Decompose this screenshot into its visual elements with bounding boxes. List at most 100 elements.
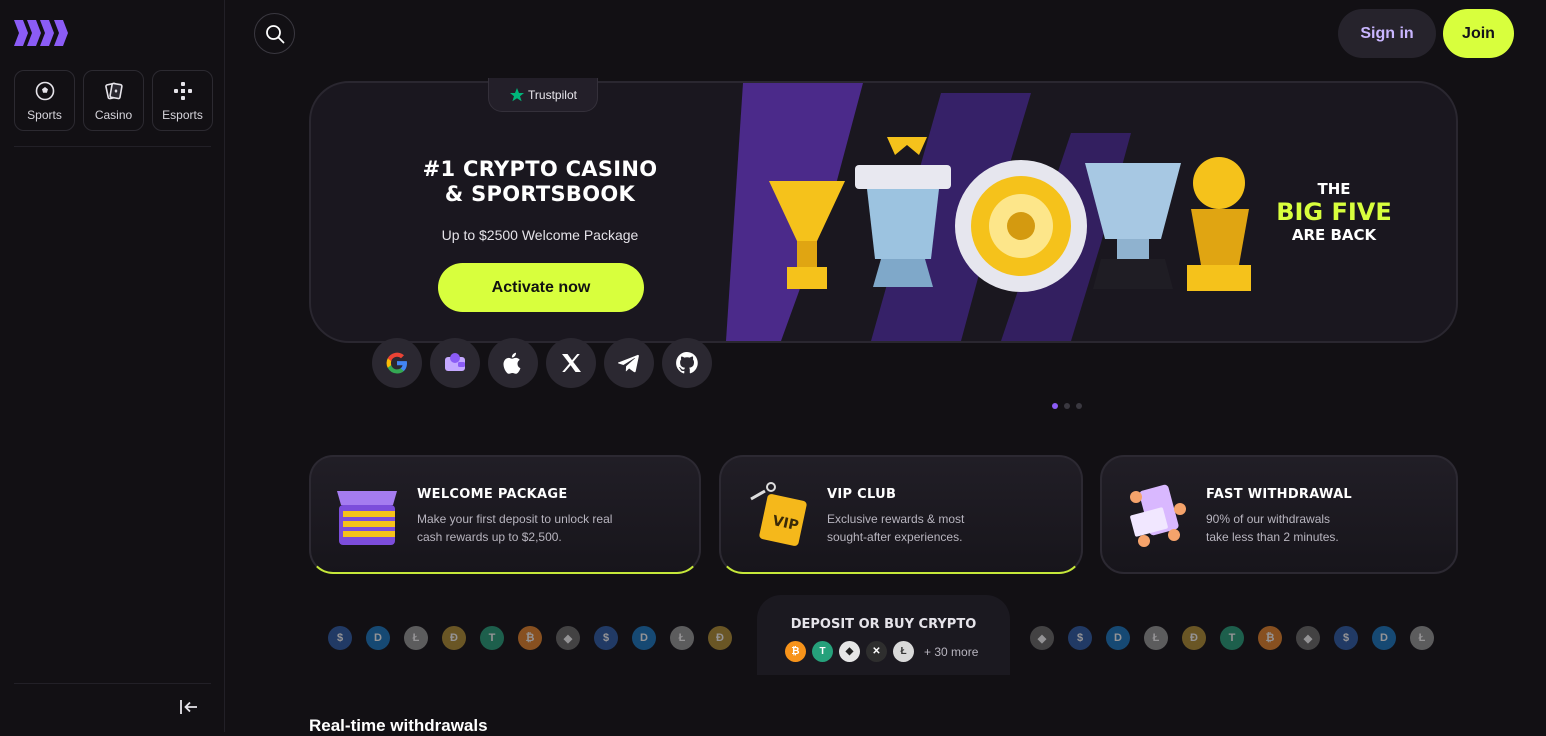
big-five-banner: THE BIG FIVE ARE BACK xyxy=(1254,180,1414,244)
card-title: FAST WITHDRAWAL xyxy=(1206,487,1353,502)
card-desc-line: Exclusive rewards & most xyxy=(827,512,965,526)
vip-club-card[interactable]: VIP VIP CLUB Exclusive rewards & most so… xyxy=(719,455,1083,574)
collapse-sidebar-button[interactable] xyxy=(176,696,202,718)
nav-esports[interactable]: Esports xyxy=(152,70,213,131)
google-icon xyxy=(386,352,407,374)
dogecoin-icon: Ð xyxy=(442,626,466,650)
bitcoin-icon: ₿ xyxy=(518,626,542,650)
nav-casino-label: Casino xyxy=(94,107,133,122)
tether-icon: T xyxy=(480,626,504,650)
github-login-button[interactable] xyxy=(662,338,712,388)
trustpilot-badge[interactable]: Trustpilot xyxy=(488,78,598,112)
deposit-crypto-panel[interactable]: DEPOSIT OR BUY CRYPTO ₿ T ◆ ✕ Ł + 30 mor… xyxy=(757,595,1010,675)
search-button[interactable] xyxy=(254,13,295,54)
ethereum-icon: ◆ xyxy=(556,626,580,650)
dogecoin-icon: Ð xyxy=(1182,626,1206,650)
dogecoin-icon: Ð xyxy=(708,626,732,650)
card-desc-line: sought-after experiences. xyxy=(827,530,963,544)
ethereum-icon: ◆ xyxy=(839,641,860,662)
dash-icon: D xyxy=(1372,626,1396,650)
nav-esports-label: Esports xyxy=(162,107,203,122)
card-desc-line: 90% of our withdrawals xyxy=(1206,512,1331,526)
usdc-icon: $ xyxy=(328,626,352,650)
sidebar: Sports Casino Esports xyxy=(0,0,225,732)
star-icon xyxy=(510,87,525,101)
card-title: WELCOME PACKAGE xyxy=(417,487,568,502)
hero-title-line1: #1 CRYPTO CASINO xyxy=(422,157,658,181)
nav-sports-label: Sports xyxy=(27,107,62,122)
apple-login-button[interactable] xyxy=(488,338,538,388)
x-login-button[interactable] xyxy=(546,338,596,388)
card-desc-line: take less than 2 minutes. xyxy=(1206,530,1339,544)
trustpilot-label: Trustpilot xyxy=(528,87,577,102)
gamepad-icon xyxy=(172,80,194,102)
xrp-icon: ✕ xyxy=(866,641,887,662)
telegram-icon xyxy=(617,354,639,373)
vip-badge-icon: VIP xyxy=(750,482,807,546)
nav-sports[interactable]: Sports xyxy=(14,70,75,131)
sidebar-divider xyxy=(14,146,211,147)
litecoin-icon: Ł xyxy=(1144,626,1168,650)
litecoin-icon: Ł xyxy=(893,641,914,662)
sidebar-divider xyxy=(14,683,211,684)
dash-icon: D xyxy=(366,626,390,650)
dash-icon: D xyxy=(632,626,656,650)
card-desc-line: Make your first deposit to unlock real xyxy=(417,512,613,526)
trophy-gold-w xyxy=(1187,157,1251,291)
carousel-dot[interactable] xyxy=(1076,403,1082,409)
logo[interactable] xyxy=(14,20,70,51)
apple-icon xyxy=(503,352,521,374)
tether-icon: T xyxy=(1220,626,1244,650)
coins-icon xyxy=(1130,484,1186,547)
card-description: Make your first deposit to unlock real c… xyxy=(417,510,647,546)
hero-title-line2: & SPORTSBOOK xyxy=(444,182,636,206)
banner-line3: ARE BACK xyxy=(1291,226,1377,244)
hero-subtitle: Up to $2500 Welcome Package xyxy=(441,227,639,243)
x-icon xyxy=(562,354,581,372)
usdc-icon: $ xyxy=(594,626,618,650)
carousel-dot[interactable] xyxy=(1052,403,1058,409)
search-icon xyxy=(265,24,284,43)
dash-icon: D xyxy=(1106,626,1130,650)
activate-now-button[interactable]: Activate now xyxy=(438,263,644,312)
sign-in-button[interactable]: Sign in xyxy=(1338,9,1436,58)
telegram-login-button[interactable] xyxy=(604,338,654,388)
ethereum-icon: ◆ xyxy=(1296,626,1320,650)
deposit-title: DEPOSIT OR BUY CRYPTO xyxy=(790,617,977,632)
wallet-icon xyxy=(445,353,465,371)
sidebar-nav: Sports Casino Esports xyxy=(14,70,213,131)
nav-casino[interactable]: Casino xyxy=(83,70,144,131)
join-button[interactable]: Join xyxy=(1443,9,1514,58)
carousel-dots xyxy=(1052,403,1082,409)
trophy-shield xyxy=(955,160,1087,292)
realtime-withdrawals-heading: Real-time withdrawals xyxy=(309,716,488,735)
banner-line2: BIG FIVE xyxy=(1276,198,1392,226)
card-description: Exclusive rewards & most sought-after ex… xyxy=(827,510,1057,546)
card-description: 90% of our withdrawals take less than 2 … xyxy=(1206,510,1436,546)
social-login-row xyxy=(372,338,712,388)
more-coins-label: + 30 more xyxy=(924,644,979,659)
card-title: VIP CLUB xyxy=(827,487,897,502)
google-login-button[interactable] xyxy=(372,338,422,388)
deposit-coins: ₿ T ◆ ✕ Ł + 30 more xyxy=(785,641,978,662)
crypto-strip-left: $ D Ł Ð T ₿ ◆ $ D Ł Ð xyxy=(328,626,732,650)
bitcoin-icon: ₿ xyxy=(785,641,806,662)
collapse-icon xyxy=(180,700,197,714)
bitcoin-icon: ₿ xyxy=(1258,626,1282,650)
github-icon xyxy=(676,352,698,374)
carousel-dot[interactable] xyxy=(1064,403,1070,409)
usdc-icon: $ xyxy=(1068,626,1092,650)
treasure-chest-icon xyxy=(337,491,397,545)
playing-cards-icon xyxy=(103,80,125,102)
litecoin-icon: Ł xyxy=(404,626,428,650)
ethereum-icon: ◆ xyxy=(1030,626,1054,650)
wallet-login-button[interactable] xyxy=(430,338,480,388)
fast-withdrawal-card[interactable]: FAST WITHDRAWAL 90% of our withdrawals t… xyxy=(1100,455,1458,574)
welcome-package-card[interactable]: WELCOME PACKAGE Make your first deposit … xyxy=(309,455,701,574)
hero-title: #1 CRYPTO CASINO & SPORTSBOOK xyxy=(370,157,710,207)
banner-line1: THE xyxy=(1317,180,1351,198)
tether-icon: T xyxy=(812,641,833,662)
litecoin-icon: Ł xyxy=(670,626,694,650)
soccer-ball-icon xyxy=(34,80,56,102)
card-desc-line: cash rewards up to $2,500. xyxy=(417,530,562,544)
